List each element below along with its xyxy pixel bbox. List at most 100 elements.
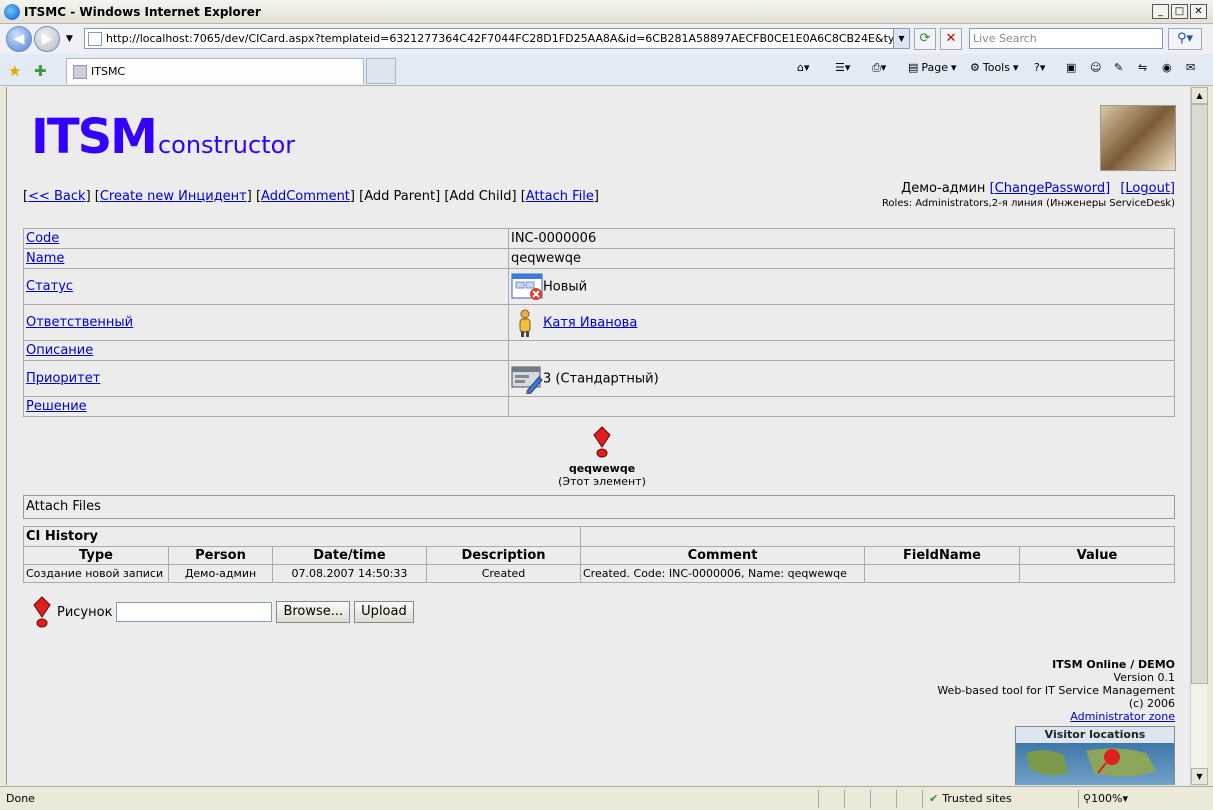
action-links: [<< Back] [Create new Инцидент] [AddComm… [23,189,599,204]
url-dropdown-icon[interactable]: ▼ [893,29,909,48]
responsible-label-link[interactable]: Ответственный [26,315,133,330]
print-icon[interactable]: ⎙▾ [872,61,886,75]
favorites-star-icon[interactable]: ★ [8,62,21,80]
upload-label: Рисунок [57,604,113,620]
create-new-link[interactable]: Create new Инцидент [100,189,247,204]
scroll-down-icon[interactable]: ▼ [1191,768,1208,785]
mail-icon[interactable]: ✉ [1186,61,1195,74]
footer-copy: (c) 2006 [1128,697,1175,710]
refresh-button[interactable]: ⟳ [914,28,936,50]
messenger-icon[interactable]: ☺ [1090,61,1101,74]
status-label-link[interactable]: Статус [26,279,73,294]
browse-button[interactable]: Browse... [276,601,351,623]
upload-form: Рисунок Browse... Upload [31,595,414,629]
help-icon[interactable]: ?▾ [1034,61,1045,74]
priority-label-link[interactable]: Приоритет [26,371,100,386]
history-col-comment: Comment [580,546,865,565]
security-zone[interactable]: ✔ Trusted sites [922,789,1076,808]
admin-zone-link[interactable]: Administrator zone [1070,710,1175,723]
footer: ITSM Online / DEMO Version 0.1 Web-based… [937,658,1175,723]
footer-version: Version 0.1 [1113,671,1175,684]
forward-arrow-button[interactable]: ▶ [34,26,60,52]
itsm-logo: ITSMconstructor [31,109,295,165]
back-link[interactable]: << Back [28,189,85,204]
visitor-locations-map[interactable]: Visitor locations [1015,726,1175,785]
zoom-control[interactable]: ⚲ 100% ▾ [1078,789,1148,808]
research-icon[interactable]: ✎ [1114,61,1123,74]
minimize-button[interactable]: _ [1152,4,1169,19]
tab-itsmc[interactable]: ITSMC [66,58,364,84]
addon-icon[interactable]: ▣ [1066,61,1076,74]
code-label-link[interactable]: Code [26,231,59,246]
close-button[interactable]: ✕ [1190,4,1207,19]
file-path-input[interactable] [116,602,273,622]
history-cell-description: Created [426,564,581,583]
history-col-value: Value [1019,546,1175,565]
search-input[interactable]: Live Search [969,28,1163,49]
tools-menu[interactable]: ⚙ Tools ▾ [970,61,1019,74]
recent-pages-dropdown[interactable]: ▼ [66,34,73,44]
history-col-type: Type [23,546,169,565]
name-label-link[interactable]: Name [26,251,64,266]
zoom-label: 100% [1091,792,1123,805]
tab-label: ITSMC [91,65,126,78]
scroll-up-icon[interactable]: ▲ [1191,87,1208,104]
zone-label: Trusted sites [942,792,1012,805]
change-password-link[interactable]: [ChangePassword] [990,181,1111,196]
window-titlebar: ITSMC - Windows Internet Explorer _ □ ✕ [0,0,1213,24]
card-row-solution: Решение [23,396,1175,417]
page-menu[interactable]: ▤ Page ▾ [908,61,957,74]
add-comment-link[interactable]: AddComment [261,189,350,204]
history-cell-person: Демо-админ [168,564,273,583]
search-icon[interactable]: ⚲▾ [1168,28,1202,50]
web-icon[interactable]: ◉ [1162,61,1172,74]
zoom-icon: ⚲ [1083,792,1092,805]
priority-icon [511,366,543,395]
user-roles: Roles: Administrators,2-я линия (Инженер… [881,198,1175,209]
page-icon [88,31,102,46]
url-field[interactable]: http://localhost:7065/dev/CICard.aspx?te… [84,28,910,49]
attach-file-link[interactable]: Attach File [526,189,594,204]
maximize-button[interactable]: □ [1171,4,1188,19]
checkmark-icon: ✔ [929,792,939,805]
current-item: qeqwewqe (Этот элемент) [507,425,697,488]
incident-exclamation-icon[interactable] [591,425,613,459]
vertical-scrollbar[interactable]: ▲ ▼ [1190,87,1208,785]
card-row-code: Code INC-0000006 [23,228,1175,249]
page-menu-label: Page [921,61,949,74]
logout-link[interactable]: [Logout] [1120,181,1175,196]
translate-icon[interactable]: ⇋ [1138,61,1147,74]
feeds-icon[interactable]: ☰▾ [835,61,850,74]
status-new-icon [511,273,543,300]
stop-button[interactable]: ✕ [940,28,962,50]
tab-bar: ★ ✚ ITSMC ⌂▾ ☰▾ ⎙▾ ▤ Page ▾ ⚙ Tools ▾ ?▾… [0,54,1213,86]
scroll-thumb[interactable] [1191,104,1208,684]
home-icon[interactable]: ⌂▾ [797,61,810,74]
current-item-name: qeqwewqe [568,462,636,475]
status-value: Новый [543,279,588,294]
upload-exclamation-icon [33,596,51,628]
person-icon [519,309,531,337]
upload-button[interactable]: Upload [354,601,414,623]
logo-small: constructor [157,131,296,159]
solution-label-link[interactable]: Решение [26,399,87,414]
description-label-link[interactable]: Описание [26,343,93,358]
footer-title: ITSM Online / DEMO [1052,658,1175,671]
current-item-note: (Этот элемент) [558,475,646,488]
history-col-fieldname: FieldName [864,546,1020,565]
url-text[interactable]: http://localhost:7065/dev/CICard.aspx?te… [106,32,909,45]
ie-logo-icon [4,3,20,20]
history-cell-type: Создание новой записи [23,564,169,583]
world-map-icon [1026,748,1156,777]
new-tab-button[interactable] [366,58,396,84]
footer-desc: Web-based tool for IT Service Management [937,684,1175,697]
back-arrow-button[interactable]: ◀ [6,26,32,52]
window-title: ITSMC - Windows Internet Explorer [24,4,261,19]
solution-value [508,396,1175,417]
name-value: qeqwewqe [508,248,1175,269]
add-favorites-icon[interactable]: ✚ [34,62,47,80]
responsible-value-link[interactable]: Катя Иванова [543,315,637,330]
tab-favicon-icon [73,64,87,79]
add-parent-text: Add Parent [364,189,436,204]
card-row-priority: Приоритет 3 (Стандартный) [23,360,1175,397]
